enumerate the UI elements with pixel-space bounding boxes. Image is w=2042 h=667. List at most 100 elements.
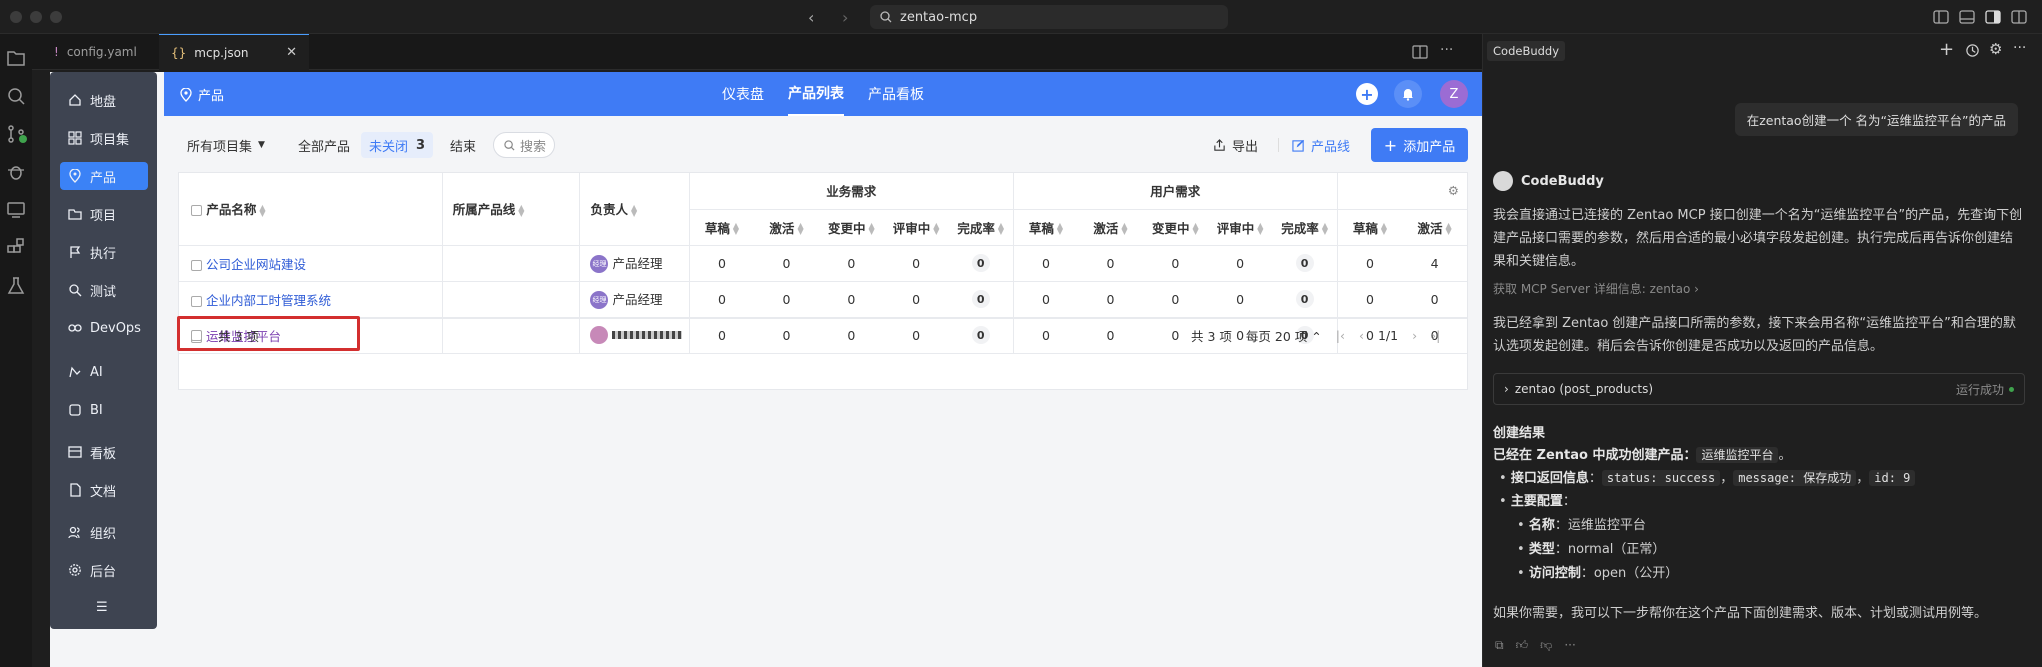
filter-open-products[interactable]: 未关闭 3	[361, 132, 434, 158]
subcol-header[interactable]: 评审中 ▲ ▼	[883, 209, 949, 246]
more-icon[interactable]: ···	[1564, 638, 1575, 653]
last-page-icon[interactable]: ›|	[1431, 328, 1440, 343]
subcol-header[interactable]: 完成率 ▲ ▼	[1272, 209, 1338, 246]
sort-icon[interactable]: ▲ ▼	[1257, 222, 1263, 236]
copy-icon[interactable]: ⧉	[1495, 638, 1504, 653]
tab-dashboard[interactable]: 仪表盘	[722, 72, 764, 116]
extensions-icon[interactable]	[4, 236, 28, 260]
more-actions-icon[interactable]: ···	[2013, 40, 2026, 56]
toggle-panel-icon[interactable]	[1958, 8, 1976, 26]
tool-call-row[interactable]: › zentao (post_products) 运行成功	[1493, 373, 2025, 405]
filter-closed-products[interactable]: 结束	[450, 132, 476, 158]
subcol-header[interactable]: 评审中 ▲ ▼	[1207, 209, 1273, 246]
thumbs-up-icon[interactable]: 👍︎	[1516, 638, 1529, 653]
sidebar-item-12[interactable]: 组织	[60, 518, 148, 546]
sort-icon[interactable]: ▲ ▼	[518, 203, 524, 217]
subcol-header[interactable]: 草稿 ▲ ▼	[689, 209, 755, 246]
search-icon[interactable]	[4, 84, 28, 108]
back-arrow-icon[interactable]: ‹	[808, 8, 814, 27]
collapse-sidebar-icon[interactable]: ☰	[96, 600, 108, 615]
table-row[interactable]: 公司企业网站建设 经理 产品经理 0 0 0 0 0 0 0 0 0 0 0 4	[179, 245, 1467, 282]
tab-product-kanban[interactable]: 产品看板	[868, 72, 924, 116]
sort-icon[interactable]: ▲ ▼	[797, 222, 803, 236]
subcol-header[interactable]: 变更中 ▲ ▼	[1142, 209, 1208, 246]
sort-icon[interactable]: ▲ ▼	[868, 222, 874, 236]
sort-icon[interactable]: ▲ ▼	[1445, 222, 1451, 236]
add-product-button[interactable]: + 添加产品	[1371, 128, 1468, 162]
sidebar-item-11[interactable]: 文档	[60, 476, 148, 504]
close-tab-icon[interactable]: ✕	[286, 45, 297, 60]
select-all-checkbox[interactable]	[191, 205, 202, 217]
debug-icon[interactable]	[4, 160, 28, 184]
sort-icon[interactable]: ▲ ▼	[1057, 222, 1063, 236]
sidebar-item-10[interactable]: 看板	[60, 438, 148, 466]
table-row[interactable]: 企业内部工时管理系统 经理 产品经理 0 0 0 0 0 0 0 0 0 0 0 0	[179, 281, 1467, 318]
layout-icon[interactable]	[2010, 8, 2028, 26]
column-settings-icon[interactable]: ⚙	[1448, 183, 1459, 198]
settings-icon[interactable]: ⚙	[1989, 40, 2002, 58]
sidebar-item-3[interactable]: 产品	[60, 162, 148, 190]
subcol-header[interactable]: 草稿 ▲ ▼	[1337, 209, 1403, 246]
source-control-icon[interactable]	[4, 122, 28, 146]
remote-explorer-icon[interactable]	[4, 198, 28, 222]
row-checkbox[interactable]	[191, 295, 202, 307]
program-dropdown[interactable]: 所有项目集 ▼	[187, 132, 265, 158]
subcol-header[interactable]: 草稿 ▲ ▼	[1013, 209, 1079, 246]
search-input[interactable]: 搜索	[493, 132, 555, 158]
sort-icon[interactable]: ▲ ▼	[1322, 222, 1328, 236]
tab-mcp-json[interactable]: {} mcp.json ✕	[159, 34, 309, 70]
subcol-header[interactable]: 激活 ▲ ▼	[1402, 209, 1467, 246]
page-size-dropdown[interactable]: 每页 20 项 ⌃	[1246, 326, 1322, 345]
toggle-sidebar-icon[interactable]	[1932, 8, 1950, 26]
row-checkbox[interactable]	[191, 259, 202, 271]
tab-product-list[interactable]: 产品列表	[788, 72, 844, 116]
sort-icon[interactable]: ▲ ▼	[733, 222, 739, 236]
export-button[interactable]: 导出	[1213, 132, 1258, 158]
filter-all-products[interactable]: 全部产品	[298, 132, 350, 158]
subcol-header[interactable]: 激活 ▲ ▼	[1078, 209, 1143, 246]
col-product-line[interactable]: 所属产品线 ▲ ▼	[442, 173, 581, 246]
command-search[interactable]: zentao-mcp	[870, 5, 1228, 29]
sidebar-item-9[interactable]: BI	[60, 396, 148, 424]
tab-config-yaml[interactable]: ! config.yaml	[42, 34, 149, 70]
sort-icon[interactable]: ▲ ▼	[1121, 222, 1127, 236]
product-link[interactable]: 企业内部工时管理系统	[206, 293, 331, 308]
quick-add-icon[interactable]: +	[1356, 83, 1378, 105]
subcol-header[interactable]: 激活 ▲ ▼	[754, 209, 819, 246]
testing-icon[interactable]	[4, 274, 28, 298]
product-link[interactable]: 公司企业网站建设	[206, 257, 306, 272]
prev-page-icon[interactable]: ‹	[1359, 328, 1364, 343]
subcol-header[interactable]: 变更中 ▲ ▼	[818, 209, 884, 246]
sidebar-item-5[interactable]: 执行	[60, 238, 148, 266]
zoom-window-button[interactable]	[50, 11, 62, 23]
toggle-secondary-sidebar-icon[interactable]	[1984, 8, 2002, 26]
more-actions-icon[interactable]: ···	[1440, 42, 1453, 58]
close-window-button[interactable]	[10, 11, 22, 23]
user-avatar[interactable]: Z	[1440, 80, 1468, 108]
notification-button[interactable]	[1394, 80, 1422, 108]
product-line-button[interactable]: 产品线	[1292, 132, 1350, 158]
sidebar-item-4[interactable]: 项目	[60, 200, 148, 228]
thumbs-down-icon[interactable]: 👎︎	[1540, 638, 1552, 653]
sort-icon[interactable]: ▲ ▼	[998, 222, 1004, 236]
sidebar-item-7[interactable]: DevOps	[60, 314, 148, 342]
first-page-icon[interactable]: |‹	[1336, 328, 1345, 343]
forward-arrow-icon[interactable]: ›	[842, 8, 848, 27]
sort-icon[interactable]: ▲ ▼	[631, 203, 637, 217]
sort-icon[interactable]: ▲ ▼	[259, 203, 265, 217]
sort-icon[interactable]: ▲ ▼	[1192, 222, 1198, 236]
sidebar-item-8[interactable]: AI	[60, 358, 148, 386]
next-page-icon[interactable]: ›	[1412, 328, 1417, 343]
sidebar-item-1[interactable]: 地盘	[60, 86, 148, 114]
sidebar-item-6[interactable]: 测试	[60, 276, 148, 304]
mcp-detail-link[interactable]: 获取 MCP Server 详细信息: zentao ›	[1493, 280, 1699, 297]
minimize-window-button[interactable]	[30, 11, 42, 23]
col-product-name[interactable]: 产品名称 ▲ ▼	[179, 173, 443, 246]
split-editor-icon[interactable]	[1412, 44, 1428, 60]
history-icon[interactable]	[1965, 43, 1980, 58]
subcol-header[interactable]: 完成率 ▲ ▼	[948, 209, 1014, 246]
sidebar-item-13[interactable]: 后台	[60, 556, 148, 584]
sort-icon[interactable]: ▲ ▼	[933, 222, 939, 236]
sidebar-item-2[interactable]: 项目集	[60, 124, 148, 152]
col-owner[interactable]: 负责人 ▲ ▼	[579, 173, 690, 246]
